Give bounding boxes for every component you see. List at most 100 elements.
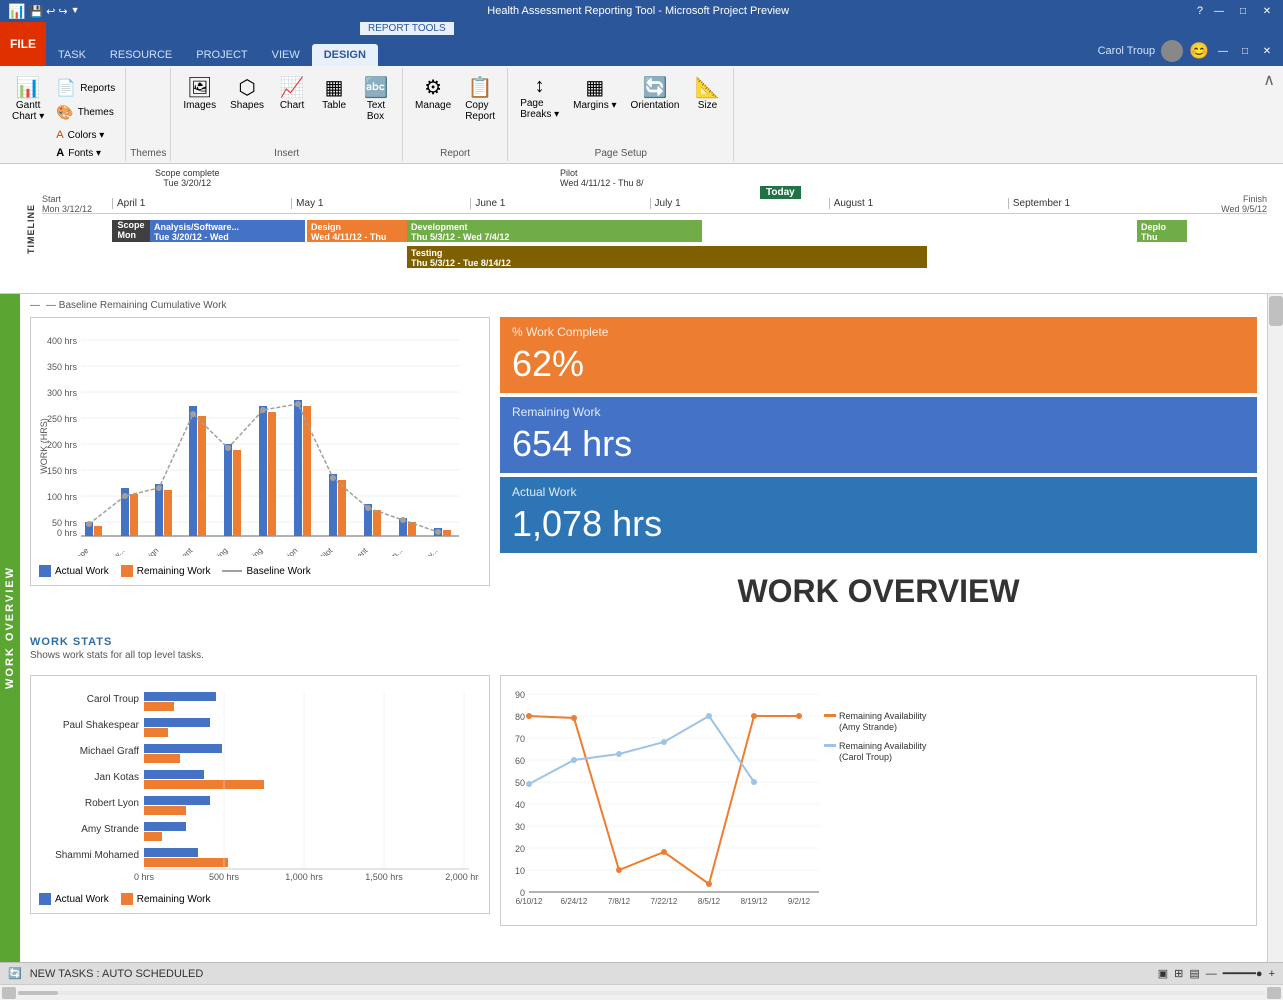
hbar-chart-container: Carol Troup Paul Shakespear Michael Graf… [30, 675, 490, 914]
svg-text:WORK (HRS): WORK (HRS) [39, 418, 49, 474]
themes-button[interactable]: 🎨 Themes [52, 102, 119, 123]
actual-work-legend-label: Actual Work [55, 566, 109, 577]
svg-text:(Amy Strande): (Amy Strande) [839, 722, 897, 732]
margins-button[interactable]: ▦ Margins ▾ [567, 72, 622, 114]
svg-text:60: 60 [515, 756, 525, 766]
images-button[interactable]: 🖼 Images [177, 72, 222, 114]
gantt-icon: 📊 [16, 75, 41, 100]
main-content[interactable]: WORK OVERVIEW — — Baseline Remaining Cum… [0, 294, 1283, 962]
textbox-button[interactable]: 🔤 TextBox [356, 72, 396, 125]
status-zoom-slider[interactable]: ━━━━━● [1223, 967, 1263, 980]
svg-text:0 hrs: 0 hrs [134, 872, 155, 882]
ribbon-close[interactable]: ✕ [1259, 44, 1275, 58]
more-icon[interactable]: ▼ [71, 5, 80, 18]
actual-work-color [39, 565, 51, 577]
tab-file[interactable]: FILE [0, 22, 46, 66]
shapes-label: Shapes [230, 100, 264, 111]
svg-text:6/24/12: 6/24/12 [561, 897, 588, 906]
status-view-page[interactable]: ▤ [1189, 967, 1199, 980]
reports-button[interactable]: 📄 Reports [52, 76, 119, 100]
today-badge: Today [760, 186, 801, 198]
colors-button[interactable]: A Colors ▾ [52, 127, 119, 143]
svg-text:50 hrs: 50 hrs [52, 518, 78, 528]
tab-task[interactable]: TASK [46, 44, 98, 66]
work-overview-side-label: WORK OVERVIEW [0, 294, 20, 962]
status-zoom-out[interactable]: — [1206, 968, 1217, 980]
save-icon[interactable]: 💾 [29, 5, 43, 18]
remaining-work-color [121, 565, 133, 577]
gantt-chart-button[interactable]: 📊 GanttChart ▾ [6, 72, 50, 125]
title-bar-left: 📊 💾 ↩ ↪ ▼ [8, 3, 80, 20]
svg-text:80: 80 [515, 712, 525, 722]
size-button[interactable]: 📐 Size [687, 72, 727, 114]
images-label: Images [183, 100, 216, 111]
svg-text:Scope: Scope [68, 546, 91, 556]
hbar-chart-legend: Actual Work Remaining Work [39, 893, 481, 905]
svg-text:Deployment: Deployment [333, 546, 370, 556]
svg-text:70: 70 [515, 734, 525, 744]
minimize-button[interactable]: — [1211, 4, 1227, 18]
page-breaks-label: PageBreaks ▾ [520, 98, 559, 120]
svg-text:Development: Development [155, 546, 195, 556]
svg-text:(Carol Troup): (Carol Troup) [839, 752, 892, 762]
fonts-button[interactable]: A Fonts ▾ [52, 145, 119, 161]
svg-text:Remaining Availability: Remaining Availability [839, 711, 927, 721]
horizontal-scrollbar[interactable] [0, 984, 1283, 1000]
tab-design[interactable]: DESIGN [312, 44, 378, 66]
svg-text:Robert Lyon: Robert Lyon [85, 798, 139, 809]
ribbon-minimize[interactable]: — [1215, 44, 1231, 58]
tab-project[interactable]: PROJECT [184, 44, 259, 66]
work-overview-title-area: WORK OVERVIEW [500, 557, 1257, 626]
vertical-scrollbar[interactable] [1267, 294, 1283, 962]
status-icon: 🔄 [8, 967, 22, 980]
tab-resource[interactable]: RESOURCE [98, 44, 184, 66]
scope-complete-label: Scope completeTue 3/20/12 [155, 168, 220, 188]
svg-text:Paul Shakespear: Paul Shakespear [63, 720, 140, 731]
undo-icon[interactable]: ↩ [46, 5, 55, 18]
chart-button[interactable]: 📈 Chart [272, 72, 312, 114]
themes-label: Themes [78, 107, 114, 118]
margins-label: Margins ▾ [573, 100, 616, 111]
status-view-outline[interactable]: ⊞ [1174, 967, 1183, 980]
svg-text:8/19/12: 8/19/12 [741, 897, 768, 906]
table-button[interactable]: ▦ Table [314, 72, 354, 114]
redo-icon[interactable]: ↪ [58, 5, 67, 18]
bar-chart-svg: 400 hrs 350 hrs 300 hrs 250 hrs 200 hrs … [39, 326, 469, 556]
manage-label: Manage [415, 100, 451, 111]
table-label: Table [322, 100, 346, 111]
svg-text:1,000 hrs: 1,000 hrs [285, 872, 323, 882]
bottom-charts-area: Carol Troup Paul Shakespear Michael Graf… [20, 665, 1267, 944]
svg-text:200 hrs: 200 hrs [47, 440, 78, 450]
hbar-legend-actual: Actual Work [39, 893, 109, 905]
svg-text:Post Implem...: Post Implem... [362, 546, 405, 556]
status-view-normal[interactable]: ▣ [1158, 967, 1168, 980]
scope-bar: ScopeMon [112, 220, 150, 242]
shapes-button[interactable]: ⬡ Shapes [224, 72, 270, 114]
svg-text:Shammi Mohamed: Shammi Mohamed [55, 850, 139, 861]
smiley-icon: 😊 [1189, 41, 1209, 61]
ribbon-collapse-button[interactable]: ∧ [1263, 70, 1275, 90]
hbar-actual-label: Actual Work [55, 894, 109, 905]
manage-button[interactable]: ⚙ Manage [409, 72, 457, 114]
ribbon-restore[interactable]: □ [1237, 44, 1253, 58]
deploy-bar: DeploThu [1137, 220, 1187, 242]
status-zoom-in[interactable]: + [1269, 968, 1275, 980]
page-breaks-button[interactable]: ↕ PageBreaks ▾ [514, 72, 565, 123]
chart-label: Chart [280, 100, 304, 111]
hbar-legend-remaining: Remaining Work [121, 893, 211, 905]
work-stats-section: WORK STATS Shows work stats for all top … [20, 636, 1267, 665]
work-bar-chart: 400 hrs 350 hrs 300 hrs 250 hrs 200 hrs … [30, 317, 490, 586]
orientation-button[interactable]: 🔄 Orientation [625, 72, 686, 114]
svg-text:350 hrs: 350 hrs [47, 362, 78, 372]
svg-text:2,000 hrs: 2,000 hrs [445, 872, 479, 882]
work-stats-title: WORK STATS [30, 636, 1257, 648]
copy-report-label: CopyReport [465, 100, 495, 122]
page-breaks-icon: ↕ [535, 75, 545, 98]
close-button[interactable]: ✕ [1259, 4, 1275, 18]
tab-view[interactable]: VIEW [260, 44, 312, 66]
help-icon[interactable]: ? [1197, 5, 1203, 17]
svg-text:Training: Training [238, 546, 265, 556]
maximize-button[interactable]: □ [1235, 4, 1251, 18]
themes-icon: 🎨 [56, 104, 73, 121]
copy-report-button[interactable]: 📋 CopyReport [459, 72, 501, 125]
